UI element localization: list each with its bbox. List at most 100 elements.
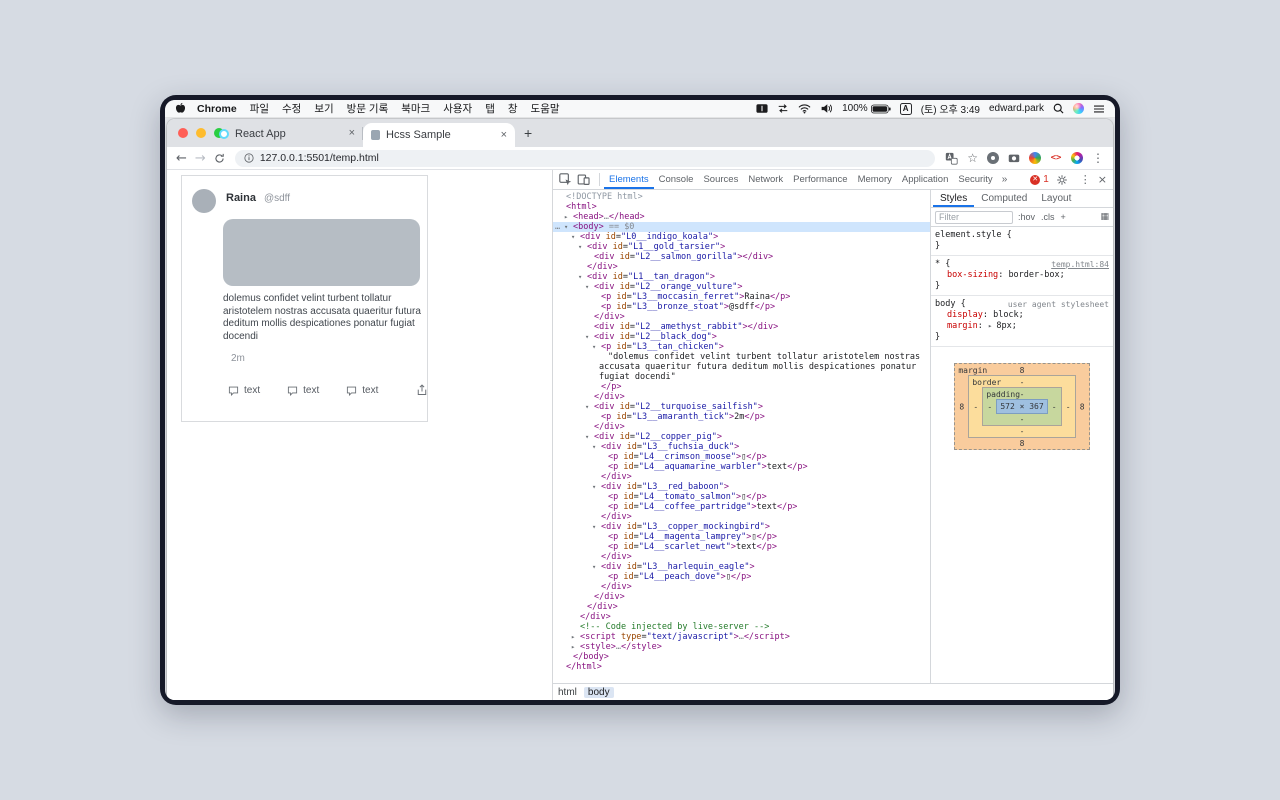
margin-top-value[interactable]: 8 bbox=[955, 366, 1088, 375]
translate-icon[interactable] bbox=[945, 152, 958, 165]
menu-item[interactable]: 보기 bbox=[314, 101, 333, 116]
dom-tree-node[interactable]: <p id="L3__bronze_stoat">@sdff</p> bbox=[553, 302, 930, 312]
tab-close-icon[interactable]: × bbox=[349, 128, 355, 139]
expand-arrow-icon[interactable]: ▾ bbox=[571, 232, 580, 242]
device-toolbar-icon[interactable] bbox=[577, 173, 590, 186]
dom-tree-node[interactable]: </div> bbox=[553, 312, 930, 322]
dom-tree-node[interactable]: <div id="L2__salmon_gorilla"></div> bbox=[553, 252, 930, 262]
devtools-menu-icon[interactable]: ⋮ bbox=[1080, 174, 1091, 185]
active-app-name[interactable]: Chrome bbox=[197, 103, 237, 115]
style-toggle[interactable]: :hov bbox=[1018, 212, 1035, 222]
devtools-tab-application[interactable]: Application bbox=[897, 170, 953, 189]
expand-arrow-icon[interactable]: ▸ bbox=[571, 642, 580, 652]
dom-tree-node[interactable]: <p id="L4__tomato_salmon">▯</p> bbox=[553, 492, 930, 502]
devtools-close-icon[interactable]: × bbox=[1098, 174, 1107, 185]
tab-close-icon[interactable]: × bbox=[501, 129, 507, 141]
dom-tree-node[interactable]: </body> bbox=[553, 652, 930, 662]
comment-button[interactable]: text bbox=[228, 385, 260, 396]
devtools-tab-security[interactable]: Security bbox=[953, 170, 997, 189]
css-property[interactable]: display: block; bbox=[935, 310, 1109, 321]
menu-item[interactable]: 탭 bbox=[485, 101, 495, 116]
expand-arrow-icon[interactable]: ▾ bbox=[592, 482, 601, 492]
address-bar[interactable]: 127.0.0.1:5501/temp.html bbox=[234, 149, 936, 167]
expand-arrow-icon[interactable]: ▾ bbox=[564, 222, 573, 232]
menu-item[interactable]: 도움말 bbox=[531, 101, 560, 116]
browser-menu-icon[interactable]: ⋮ bbox=[1092, 152, 1104, 164]
dom-tree-node[interactable]: "dolemus confidet velint turbent tollatu… bbox=[553, 352, 930, 382]
dom-tree-node[interactable]: <p id="L4__aquamarine_warbler">text</p> bbox=[553, 462, 930, 472]
styles-filter-input[interactable] bbox=[935, 210, 1013, 224]
dom-tree-node[interactable]: ▾ <div id="L3__copper_mockingbird"> bbox=[553, 522, 930, 532]
back-button[interactable]: ← bbox=[176, 152, 187, 165]
forward-button[interactable]: → bbox=[195, 152, 206, 165]
dom-tree-node[interactable]: <p id="L4__peach_dove">▯</p> bbox=[553, 572, 930, 582]
extension-icon-5[interactable] bbox=[1071, 152, 1083, 164]
devtools-tab-network[interactable]: Network bbox=[743, 170, 788, 189]
dom-tree-node[interactable]: ▾ <div id="L1__tan_dragon"> bbox=[553, 272, 930, 282]
menubar-username[interactable]: edward.park bbox=[989, 103, 1044, 114]
devtools-tab-elements[interactable]: Elements bbox=[604, 170, 654, 189]
apple-logo-icon[interactable] bbox=[175, 102, 186, 115]
extension-camera-icon[interactable] bbox=[1008, 152, 1020, 164]
spotlight-search-icon[interactable] bbox=[1053, 103, 1064, 114]
more-tabs-button[interactable]: » bbox=[998, 174, 1012, 185]
margin-bottom-value[interactable]: 8 bbox=[955, 439, 1088, 448]
expand-arrow-icon[interactable]: ▾ bbox=[585, 402, 594, 412]
console-error-badge[interactable]: ✕ 1 bbox=[1030, 174, 1049, 185]
padding-left-value[interactable]: - bbox=[983, 402, 996, 411]
style-toggle[interactable]: .cls bbox=[1041, 212, 1055, 222]
margin-right-value[interactable]: 8 bbox=[1076, 402, 1089, 411]
css-selector[interactable]: body bbox=[935, 299, 955, 309]
breadcrumb-body[interactable]: body bbox=[583, 686, 614, 698]
tab-hcss-sample[interactable]: Hcss Sample × bbox=[363, 123, 515, 147]
dom-tree-node[interactable]: </html> bbox=[553, 662, 930, 672]
battery-status[interactable]: 100% bbox=[842, 103, 891, 114]
padding-top-value[interactable]: - bbox=[983, 390, 1060, 399]
dom-tree-node[interactable]: ▾ <div id="L0__indigo_koala"> bbox=[553, 232, 930, 242]
reload-button[interactable] bbox=[214, 153, 225, 164]
dom-tree-node[interactable]: </div> bbox=[553, 392, 930, 402]
site-info-icon[interactable] bbox=[244, 153, 254, 163]
menu-item[interactable]: 파일 bbox=[250, 101, 269, 116]
dom-tree-node[interactable]: ▾ <div id="L2__orange_vulture"> bbox=[553, 282, 930, 292]
expand-arrow-icon[interactable]: ▸ bbox=[571, 632, 580, 642]
expand-arrow-icon[interactable]: ▾ bbox=[592, 442, 601, 452]
dom-tree-node[interactable]: </p> bbox=[553, 382, 930, 392]
dom-tree-node[interactable]: </div> bbox=[553, 612, 930, 622]
arrows-icon[interactable] bbox=[777, 103, 789, 114]
dom-tree-node[interactable]: <!DOCTYPE html> bbox=[553, 192, 930, 202]
dom-tree-node[interactable]: <p id="L3__amaranth_tick">2m</p> bbox=[553, 412, 930, 422]
dom-tree-node[interactable]: … ▾ <body> == $0 bbox=[553, 222, 930, 232]
dom-tree-node[interactable]: ▾ <div id="L3__harlequin_eagle"> bbox=[553, 562, 930, 572]
border-top-value[interactable]: - bbox=[969, 378, 1074, 387]
bookmark-star-icon[interactable]: ☆ bbox=[967, 152, 978, 164]
devtools-tab-sources[interactable]: Sources bbox=[698, 170, 743, 189]
padding-bottom-value[interactable]: - bbox=[983, 415, 1060, 424]
dom-tree-node[interactable]: <html> bbox=[553, 202, 930, 212]
dom-tree-node[interactable]: </div> bbox=[553, 592, 930, 602]
new-tab-button[interactable]: + bbox=[524, 126, 532, 140]
expand-arrow-icon[interactable]: ▾ bbox=[592, 522, 601, 532]
element-state-icon[interactable]: ▦ bbox=[1100, 212, 1109, 222]
dom-tree-node[interactable]: <p id="L3__moccasin_ferret">Raina</p> bbox=[553, 292, 930, 302]
control-center-icon[interactable] bbox=[1093, 104, 1105, 114]
css-property[interactable]: box-sizing: border-box; bbox=[935, 270, 1109, 281]
dom-tree-node[interactable]: </div> bbox=[553, 602, 930, 612]
border-right-value[interactable]: - bbox=[1062, 402, 1075, 411]
expand-arrow-icon[interactable]: ▾ bbox=[585, 282, 594, 292]
inspect-element-icon[interactable] bbox=[559, 173, 572, 186]
volume-icon[interactable] bbox=[820, 103, 833, 114]
dom-tree-node[interactable]: ▾ <div id="L3__red_baboon"> bbox=[553, 482, 930, 492]
expand-arrow-icon[interactable]: ▾ bbox=[585, 432, 594, 442]
menu-item[interactable]: 사용자 bbox=[443, 101, 472, 116]
dom-tree-node[interactable]: </div> bbox=[553, 512, 930, 522]
margin-left-value[interactable]: 8 bbox=[955, 402, 968, 411]
dom-tree-node[interactable]: <p id="L4__crimson_moose">▯</p> bbox=[553, 452, 930, 462]
expand-arrow-icon[interactable]: ▾ bbox=[592, 562, 601, 572]
like-button[interactable]: text bbox=[346, 385, 378, 396]
stylesheet-link[interactable]: temp.html:84 bbox=[1051, 259, 1109, 270]
devtools-tab-memory[interactable]: Memory bbox=[853, 170, 897, 189]
devtools-tab-performance[interactable]: Performance bbox=[788, 170, 852, 189]
extension-icon-3[interactable] bbox=[1029, 152, 1041, 164]
window-manager-icon[interactable] bbox=[756, 103, 768, 114]
